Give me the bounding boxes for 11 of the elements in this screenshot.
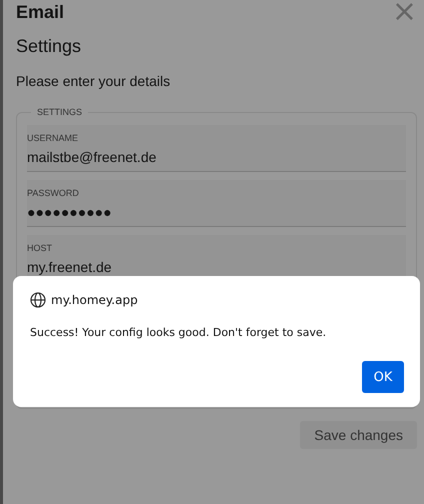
- fieldset-legend: SETTINGS: [31, 107, 88, 117]
- alert-origin: my.homey.app: [51, 293, 138, 307]
- window-title: Email: [16, 2, 64, 22]
- intro-text: Please enter your details: [16, 73, 172, 89]
- text-field[interactable]: USERNAME mailstbe@freenet.de: [27, 125, 406, 172]
- alert-message: Success! Your config looks good. Don't forget to save.: [30, 326, 328, 339]
- globe-icon: [30, 292, 46, 308]
- text-field[interactable]: PASSWORD ●●●●●●●●●●: [27, 180, 406, 227]
- ok-button[interactable]: OK: [362, 361, 404, 393]
- settings-heading: Settings: [16, 36, 82, 57]
- save-changes-button[interactable]: Save changes: [300, 421, 417, 449]
